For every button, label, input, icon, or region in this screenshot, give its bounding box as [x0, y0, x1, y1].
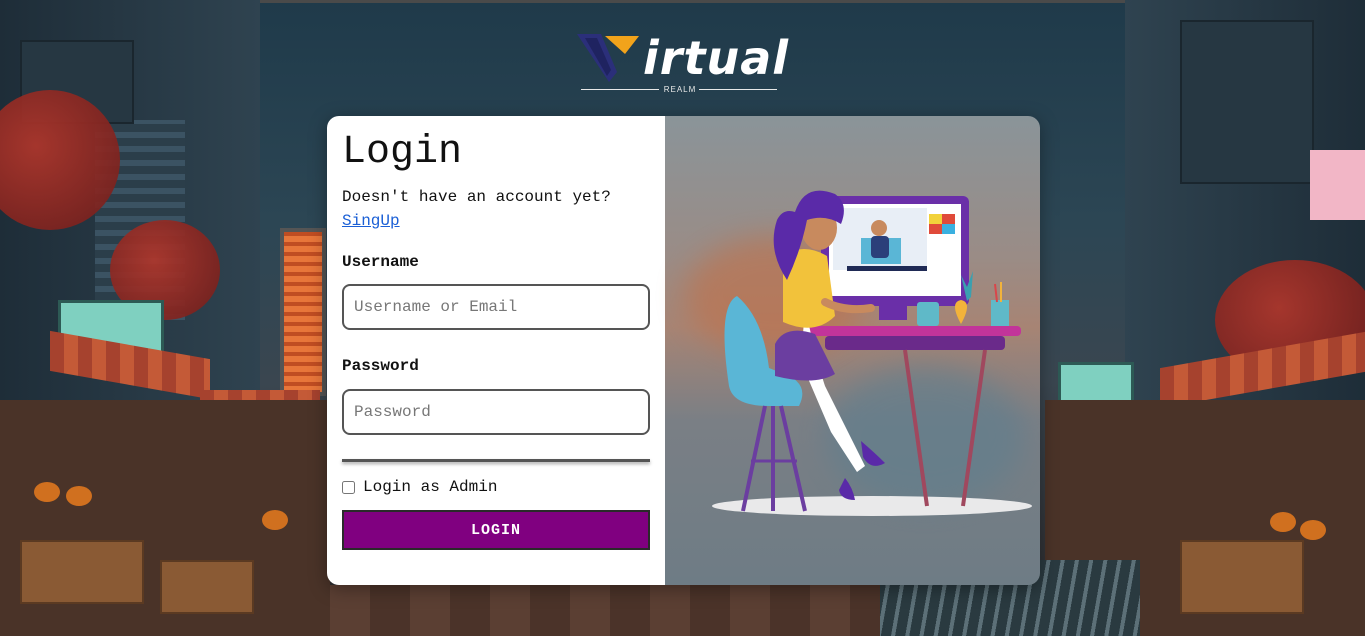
pumpkin	[1270, 512, 1296, 532]
login-button[interactable]: LOGIN	[342, 510, 650, 550]
pumpkin	[34, 482, 60, 502]
login-card: Login Doesn't have an account yet? SingU…	[327, 116, 1040, 585]
shop-door	[280, 228, 326, 396]
form-divider	[342, 459, 650, 462]
crate	[160, 560, 254, 614]
password-input[interactable]	[342, 389, 650, 435]
login-form: Login Doesn't have an account yet? SingU…	[327, 116, 665, 585]
logo-subtitle: REALM	[663, 85, 697, 94]
virtual-realm-logo: irtual REALM	[575, 30, 788, 96]
pumpkin	[66, 486, 92, 506]
pumpkin	[262, 510, 288, 530]
designer-at-desk-illustration	[712, 190, 1032, 516]
crate	[1180, 540, 1304, 614]
ac-unit	[1180, 20, 1314, 184]
signup-link[interactable]: SingUp	[342, 212, 400, 230]
admin-checkbox-label: Login as Admin	[363, 478, 498, 496]
password-label: Password	[342, 357, 419, 375]
admin-checkbox[interactable]	[342, 480, 355, 494]
logo-text: irtual	[643, 31, 789, 85]
v-logo-icon	[577, 34, 639, 82]
username-input[interactable]	[342, 284, 650, 330]
pink-sign	[1310, 150, 1365, 220]
username-label: Username	[342, 253, 419, 271]
admin-option[interactable]: Login as Admin	[342, 478, 497, 496]
illustration-panel	[665, 116, 1040, 585]
page-title: Login	[342, 130, 463, 175]
crate	[20, 540, 144, 604]
neon-sign	[1058, 362, 1134, 404]
signup-prompt: Doesn't have an account yet?	[342, 188, 611, 206]
pumpkin	[1300, 520, 1326, 540]
